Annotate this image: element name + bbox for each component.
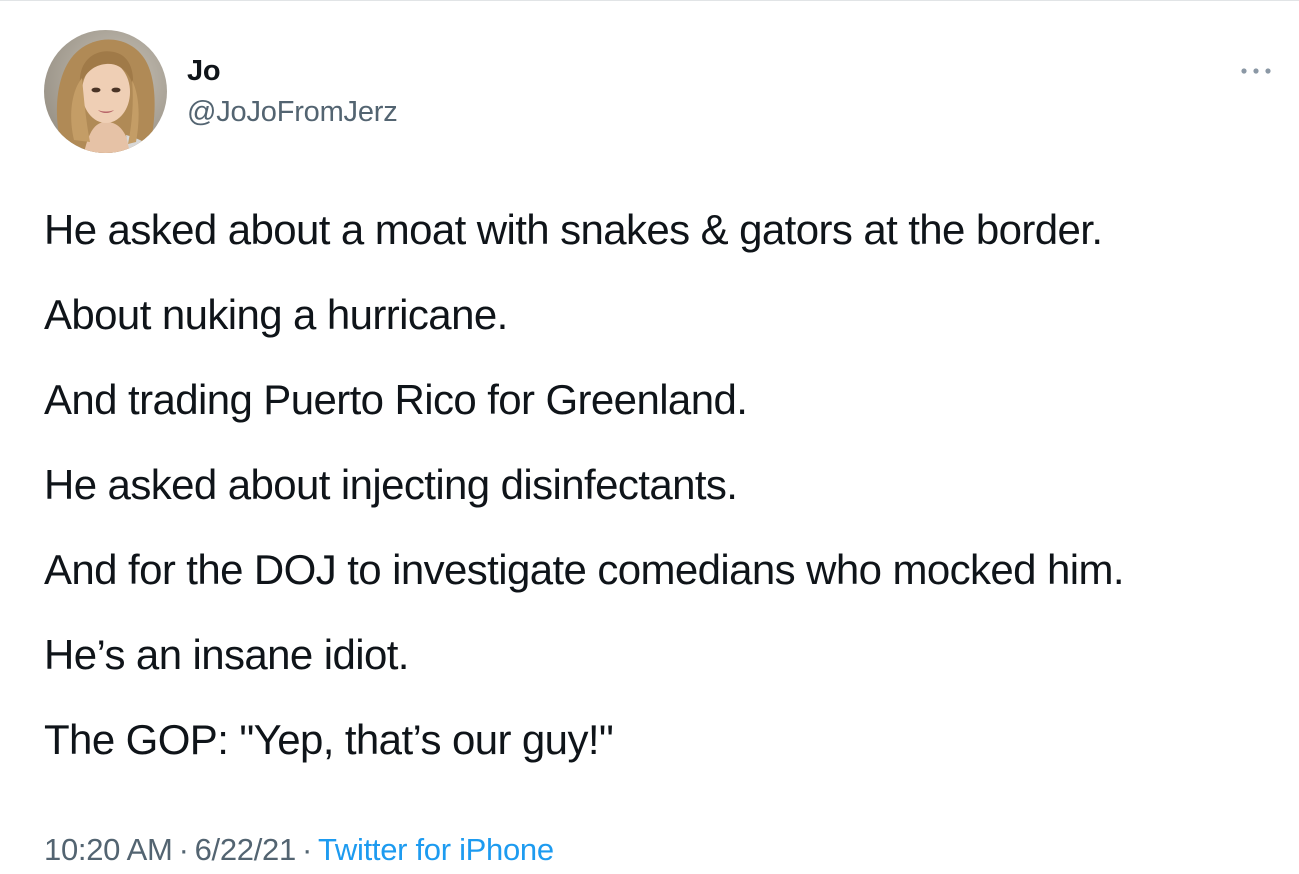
meta-separator: · (178, 832, 189, 867)
author-display-name[interactable]: Jo (187, 54, 221, 88)
tweet-line: He asked about a moat with snakes & gato… (44, 206, 1103, 253)
tweet-line: The GOP: "Yep, that’s our guy!" (44, 716, 614, 763)
more-horizontal-icon (1241, 68, 1271, 74)
tweet-text: He asked about a moat with snakes & gato… (44, 206, 1274, 801)
tweet-time[interactable]: 10:20 AM (44, 832, 173, 867)
tweet-line: And for the DOJ to investigate comedians… (44, 546, 1125, 593)
author-handle[interactable]: @JoJoFromJerz (187, 95, 398, 129)
profile-photo-icon (44, 30, 167, 153)
top-divider (0, 0, 1299, 1)
tweet-metadata: 10:20 AM · 6/22/21 · Twitter for iPhone (44, 830, 554, 870)
tweet-line: And trading Puerto Rico for Greenland. (44, 376, 748, 423)
tweet-line: About nuking a hurricane. (44, 291, 508, 338)
avatar[interactable] (44, 30, 167, 153)
tweet-source-link[interactable]: Twitter for iPhone (318, 832, 554, 867)
tweet-line: He asked about injecting disinfectants. (44, 461, 738, 508)
more-options-button[interactable] (1236, 58, 1276, 84)
tweet-date[interactable]: 6/22/21 (195, 832, 297, 867)
tweet-line: He’s an insane idiot. (44, 631, 409, 678)
meta-separator: · (301, 832, 312, 867)
